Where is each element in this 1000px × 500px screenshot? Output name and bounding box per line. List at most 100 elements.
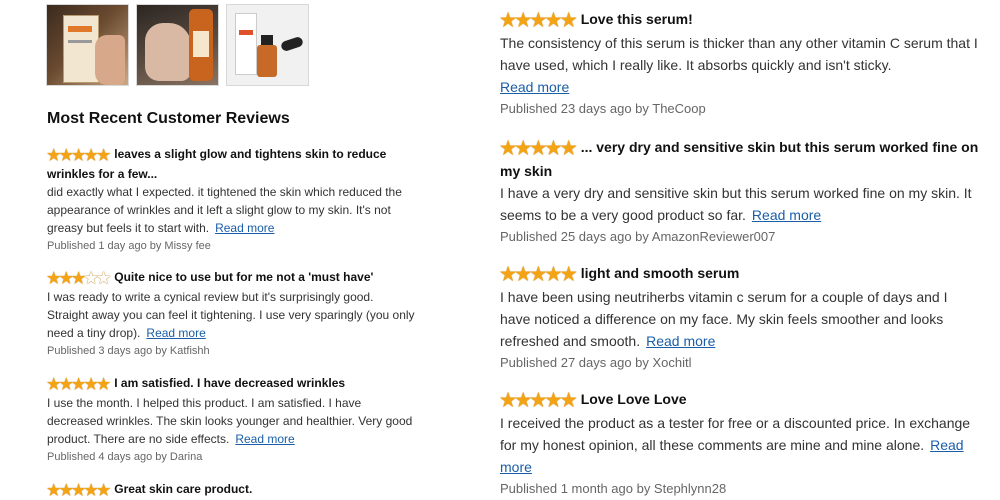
product-thumbnails — [46, 4, 309, 86]
review-title[interactable]: Quite nice to use but for me not a 'must… — [114, 270, 373, 284]
review-text: I received the product as a tester for f… — [500, 415, 971, 453]
star-filled-icon: ★ — [500, 10, 516, 30]
review-item: ★★★★★... very dry and sensitive skin but… — [500, 136, 980, 248]
star-filled-icon: ★ — [84, 482, 97, 499]
read-more-link[interactable]: Read more — [235, 432, 294, 446]
review-title[interactable]: I am satisfied. I have decreased wrinkle… — [114, 376, 345, 390]
review-body: I received the product as a tester for f… — [500, 412, 980, 478]
product-box-thumbnail[interactable] — [46, 4, 129, 86]
read-more-link[interactable]: Read more — [500, 76, 980, 98]
star-filled-icon: ★ — [530, 264, 546, 284]
star-filled-icon: ★ — [560, 264, 577, 284]
review-text: The consistency of this serum is thicker… — [500, 35, 978, 73]
review-body: I have been using neutriherbs vitamin c … — [500, 286, 980, 352]
star-filled-icon: ★ — [84, 376, 97, 393]
star-filled-icon: ★ — [84, 147, 97, 164]
review-item: ★★★★★ I am satisfied. I have decreased wr… — [47, 374, 417, 466]
star-filled-icon: ★ — [59, 482, 72, 499]
review-title[interactable]: Love this serum! — [581, 11, 693, 27]
review-meta: Published 4 days ago by Darina — [47, 451, 203, 463]
review-body: I was ready to write a cynical review bu… — [47, 288, 417, 342]
star-filled-icon: ★ — [96, 376, 110, 393]
star-filled-icon: ★ — [515, 138, 531, 158]
star-filled-icon: ★ — [500, 264, 516, 284]
star-filled-icon: ★ — [96, 147, 110, 164]
star-rating: ★★★★★ — [47, 270, 110, 288]
review-title-row: ★★★★★ I am satisfied. I have decreased wr… — [47, 374, 417, 394]
star-filled-icon: ★ — [545, 264, 561, 284]
star-rating: ★★★★★ — [47, 482, 110, 500]
star-filled-icon: ★ — [71, 376, 85, 393]
review-item: ★★★★★ leaves a slight glow and tightens s… — [47, 145, 417, 255]
review-body: did exactly what I expected. it tightene… — [47, 183, 417, 237]
review-text: I use the month. I helped this product. … — [47, 396, 413, 446]
star-filled-icon: ★ — [71, 482, 85, 499]
review-title-row: ★★★★★ Love Love Love — [500, 388, 980, 412]
review-meta: Published 23 days ago by TheCoop — [500, 101, 706, 116]
review-title-row: ★★★★★ leaves a slight glow and tightens s… — [47, 145, 417, 183]
star-filled-icon: ★ — [560, 390, 577, 410]
review-meta: Published 1 day ago by Missy fee — [47, 240, 211, 252]
star-filled-icon: ★ — [545, 10, 561, 30]
star-empty-icon: ★ — [84, 270, 97, 287]
review-title[interactable]: Love Love Love — [581, 391, 687, 407]
star-rating: ★★★★★ — [500, 9, 577, 32]
read-more-link[interactable]: Read more — [215, 221, 274, 235]
star-filled-icon: ★ — [96, 482, 110, 499]
star-filled-icon: ★ — [59, 270, 72, 287]
review-title[interactable]: light and smooth serum — [581, 265, 740, 281]
read-more-link[interactable]: Read more — [752, 207, 821, 223]
review-text: I have a very dry and sensitive skin but… — [500, 185, 972, 223]
review-meta: Published 3 days ago by Katfishh — [47, 345, 210, 357]
read-more-link[interactable]: Read more — [146, 326, 205, 340]
review-body: I have a very dry and sensitive skin but… — [500, 182, 980, 226]
star-rating: ★★★★★ — [47, 147, 110, 165]
star-filled-icon: ★ — [530, 10, 546, 30]
read-more-link[interactable]: Read more — [646, 333, 715, 349]
review-item: ★★★★★ Great skin care product. — [47, 480, 417, 500]
star-filled-icon: ★ — [515, 390, 531, 410]
star-filled-icon: ★ — [59, 147, 72, 164]
star-filled-icon: ★ — [47, 482, 60, 499]
star-filled-icon: ★ — [515, 10, 531, 30]
star-filled-icon: ★ — [47, 376, 60, 393]
review-title[interactable]: Great skin care product. — [114, 482, 252, 496]
star-filled-icon: ★ — [59, 376, 72, 393]
review-title-row: ★★★★★... very dry and sensitive skin but… — [500, 136, 980, 182]
star-rating: ★★★★★ — [500, 263, 577, 286]
star-filled-icon: ★ — [560, 138, 577, 158]
review-body: The consistency of this serum is thicker… — [500, 32, 980, 98]
review-item: ★★★★★ light and smooth serum I have been … — [500, 262, 980, 374]
review-body: I use the month. I helped this product. … — [47, 394, 417, 448]
section-heading: Most Recent Customer Reviews — [47, 110, 290, 127]
review-text: I was ready to write a cynical review bu… — [47, 290, 415, 340]
star-filled-icon: ★ — [545, 138, 561, 158]
star-filled-icon: ★ — [47, 270, 60, 287]
review-meta: Published 25 days ago by AmazonReviewer0… — [500, 229, 776, 244]
review-title-row: ★★★★★ light and smooth serum — [500, 262, 980, 286]
review-title-row: ★★★★★ Great skin care product. — [47, 480, 417, 500]
star-filled-icon: ★ — [560, 10, 577, 30]
star-filled-icon: ★ — [530, 138, 546, 158]
star-empty-icon: ★ — [96, 270, 110, 287]
review-meta: Published 27 days ago by Xochitl — [500, 355, 692, 370]
star-filled-icon: ★ — [71, 270, 85, 287]
serum-palm-thumbnail[interactable] — [136, 4, 219, 86]
star-filled-icon: ★ — [545, 390, 561, 410]
star-rating: ★★★★★ — [47, 376, 110, 394]
star-filled-icon: ★ — [71, 147, 85, 164]
star-filled-icon: ★ — [530, 390, 546, 410]
star-filled-icon: ★ — [47, 147, 60, 164]
star-rating: ★★★★★ — [500, 389, 577, 412]
review-item: ★★★★★ Quite nice to use but for me not a … — [47, 268, 417, 360]
star-filled-icon: ★ — [500, 138, 516, 158]
review-text: I have been using neutriherbs vitamin c … — [500, 289, 948, 349]
star-rating: ★★★★★ — [500, 137, 577, 160]
bottle-dropper-thumbnail[interactable] — [226, 4, 309, 86]
review-item: ★★★★★ Love Love Love I received the produ… — [500, 388, 980, 500]
review-title-row: ★★★★★ Love this serum! — [500, 8, 980, 32]
review-meta: Published 1 month ago by Stephlynn28 — [500, 481, 727, 496]
review-item: ★★★★★ Love this serum! The consistency of… — [500, 8, 980, 120]
review-title-row: ★★★★★ Quite nice to use but for me not a … — [47, 268, 417, 288]
star-filled-icon: ★ — [515, 264, 531, 284]
